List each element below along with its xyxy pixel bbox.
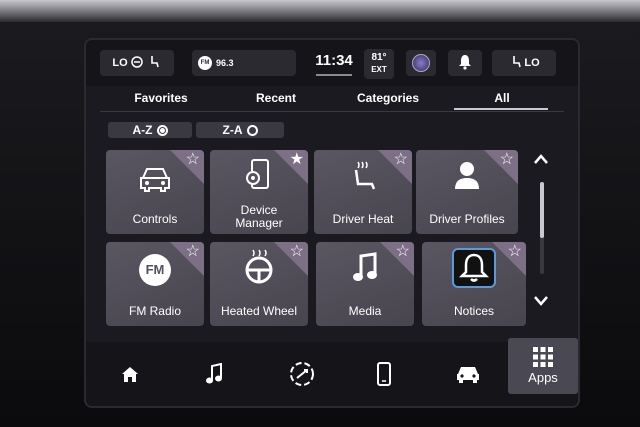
phone-icon (377, 362, 391, 386)
phone-button[interactable] (362, 356, 406, 392)
comfort-button[interactable] (280, 356, 324, 392)
fm-icon: FM (139, 254, 171, 286)
driver-climate-button[interactable]: LO (100, 50, 174, 76)
app-tile-label: Controls (132, 212, 178, 226)
vehicle-button[interactable] (446, 356, 490, 392)
radio-selected-icon (156, 124, 168, 136)
app-tile-driver-heat[interactable]: ☆ Driver Heat (314, 150, 412, 234)
favorite-star-icon[interactable]: ☆ (186, 244, 200, 260)
heated-wheel-icon (242, 248, 276, 289)
passenger-temp-label: LO (524, 57, 540, 69)
clock: 11:34 (315, 52, 353, 69)
app-tile-notices[interactable]: ☆ Notices (422, 242, 526, 326)
radio-station: 96.3 (216, 58, 234, 68)
media-button[interactable] (192, 356, 236, 392)
app-tile-device-manager[interactable]: ★ Device Manager (210, 150, 308, 234)
phone-gear-icon (244, 158, 274, 197)
infotainment-screen: LO FM 96.3 11:34 81° EXT LO Favorites Re… (86, 40, 578, 406)
seat-icon (149, 55, 159, 71)
driver-temp-label: LO (112, 57, 128, 69)
home-icon (122, 367, 138, 382)
favorite-star-icon[interactable]: ☆ (186, 152, 200, 168)
chevron-down-icon (534, 296, 548, 306)
app-tile-label: Notices (453, 304, 494, 318)
apps-label: Apps (528, 370, 558, 385)
status-bar: LO FM 96.3 11:34 81° EXT LO (86, 40, 578, 86)
app-tile-heated-wheel[interactable]: ☆ Heated Wheel (210, 242, 308, 326)
app-tile-controls[interactable]: ☆ Controls (106, 150, 204, 234)
tab-categories[interactable]: Categories (352, 91, 424, 105)
person-icon (452, 160, 482, 195)
radio-unselected-icon (246, 124, 258, 136)
clock-underline (316, 74, 352, 76)
app-tile-label: Driver Profiles (429, 212, 505, 226)
bell-icon (452, 248, 496, 288)
tab-favorites[interactable]: Favorites (126, 91, 196, 105)
scroll-up-button[interactable] (530, 152, 552, 172)
tab-selected-indicator (454, 108, 548, 110)
app-tile-label: FM Radio (128, 304, 181, 318)
sort-az-toggle[interactable]: A-Z (108, 122, 192, 138)
tab-divider (100, 111, 564, 112)
favorite-star-icon[interactable]: ☆ (396, 244, 410, 260)
app-tile-label: Media (348, 304, 382, 318)
tab-all[interactable]: All (482, 91, 522, 105)
scroll-down-button[interactable] (530, 294, 552, 314)
scrollbar-thumb[interactable] (540, 182, 544, 238)
fan-icon (130, 55, 143, 71)
bottom-nav-bar (86, 342, 578, 406)
favorite-star-icon[interactable]: ☆ (508, 244, 522, 260)
sort-za-toggle[interactable]: Z-A (196, 122, 284, 138)
app-tile-driver-profiles[interactable]: ☆ Driver Profiles (416, 150, 518, 234)
climate-icon (290, 362, 314, 386)
app-tile-label: Device Manager (235, 203, 283, 230)
favorite-star-icon[interactable]: ☆ (500, 152, 514, 168)
app-tile-media[interactable]: ☆ Media (316, 242, 414, 326)
assistant-button[interactable] (406, 50, 436, 76)
favorite-star-icon[interactable]: ☆ (394, 152, 408, 168)
dashboard-trim (0, 0, 640, 22)
apps-tab-bar: Favorites Recent Categories All (86, 86, 578, 112)
car-icon (457, 367, 479, 383)
fm-badge-icon: FM (198, 56, 212, 70)
outside-temp-value: 81° (371, 52, 387, 63)
notifications-button[interactable] (448, 50, 482, 76)
heated-seat-icon (348, 158, 378, 197)
music-note-icon (351, 252, 379, 289)
assistant-icon (412, 54, 430, 72)
app-tile-fm-radio[interactable]: ☆ FM FM Radio (106, 242, 204, 326)
passenger-climate-button[interactable]: LO (492, 50, 556, 76)
chevron-up-icon (534, 154, 548, 164)
apps-button[interactable]: Apps (508, 338, 578, 394)
app-tile-label: Driver Heat (332, 212, 394, 226)
car-front-icon (137, 164, 173, 199)
favorite-star-icon[interactable]: ☆ (290, 244, 304, 260)
music-note-icon (206, 363, 222, 384)
sort-az-label: A-Z (132, 123, 153, 137)
sort-za-label: Z-A (222, 123, 243, 137)
favorite-star-icon[interactable]: ★ (290, 152, 304, 168)
outside-temp: 81° EXT (364, 49, 394, 79)
outside-temp-label: EXT (371, 65, 387, 74)
home-button[interactable] (108, 356, 152, 392)
seat-icon (511, 55, 522, 71)
apps-grid-icon (533, 347, 553, 367)
radio-source-button[interactable]: FM 96.3 (192, 50, 296, 76)
bell-icon (457, 54, 473, 73)
app-tile-label: Heated Wheel (220, 304, 298, 318)
tab-recent[interactable]: Recent (246, 91, 306, 105)
